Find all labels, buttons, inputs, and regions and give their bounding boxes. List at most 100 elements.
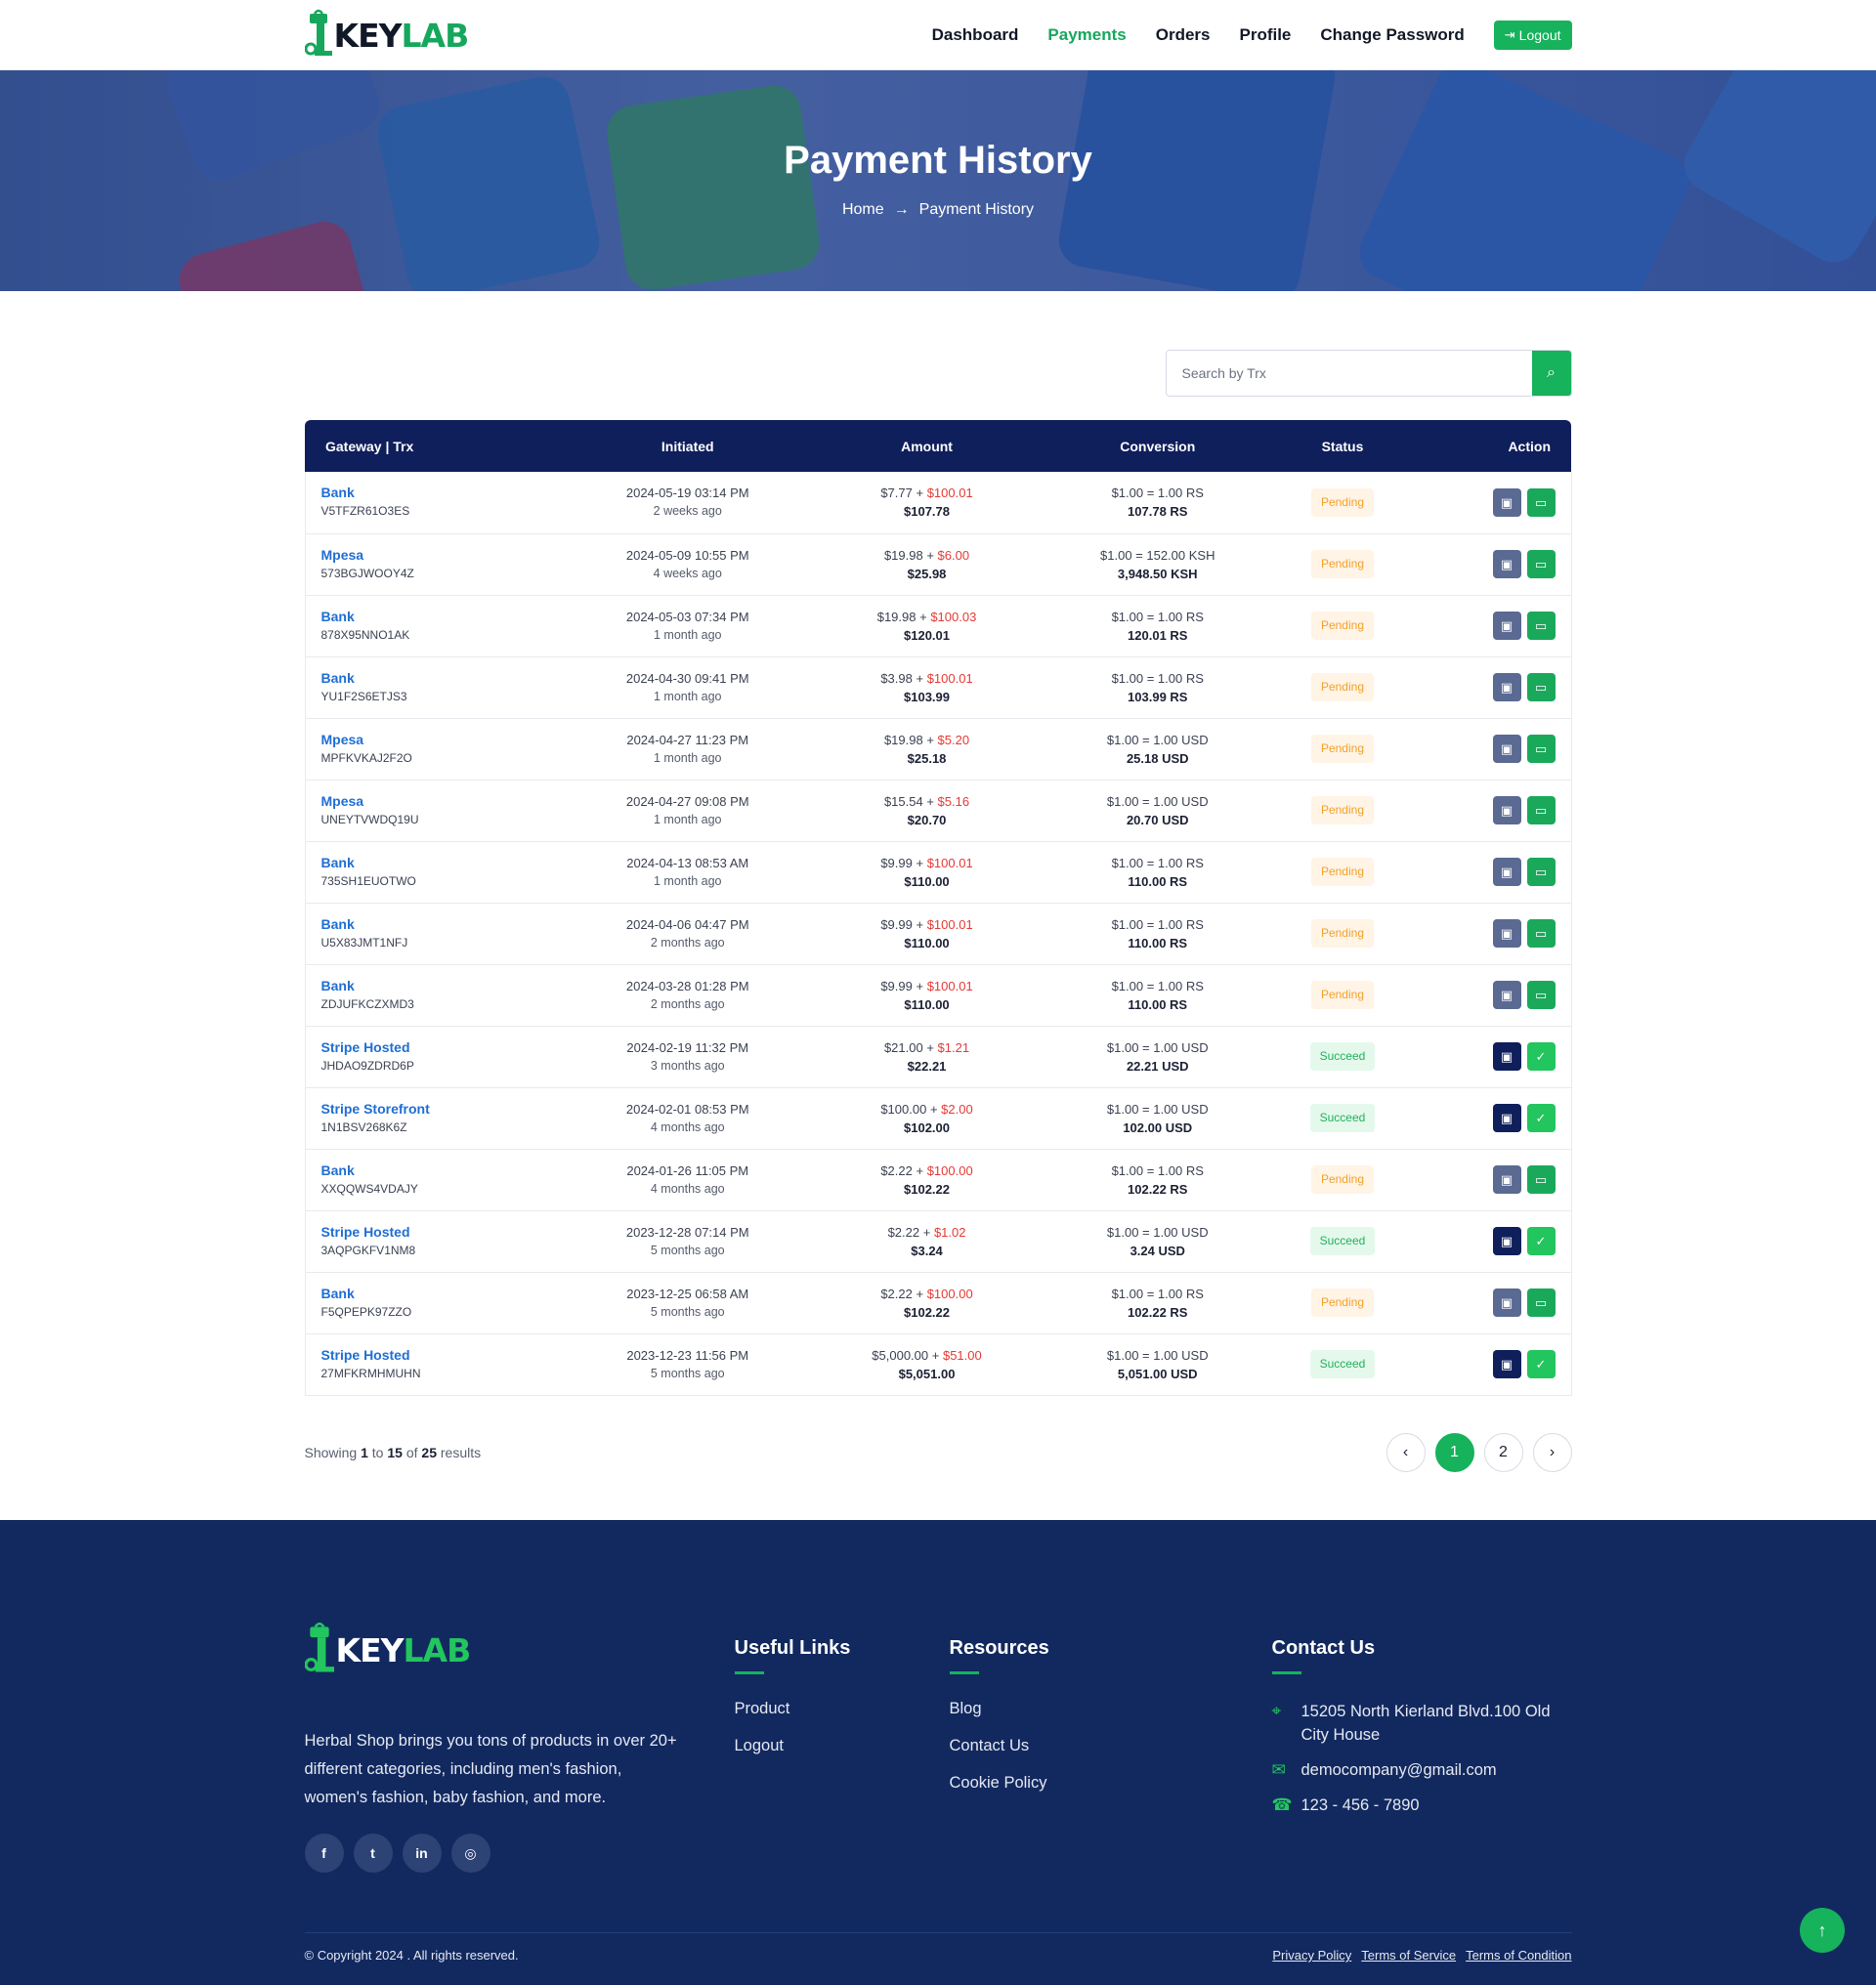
desktop-icon: ▣ — [1500, 557, 1514, 571]
info-button[interactable]: ▭ — [1526, 673, 1556, 701]
details-button[interactable]: ▣ — [1492, 981, 1521, 1009]
details-button[interactable]: ▣ — [1492, 550, 1521, 578]
initiated-ago: 5 months ago — [650, 1243, 725, 1257]
converted-amount: 103.99 RS — [1128, 689, 1188, 704]
footer-divider — [304, 1932, 1572, 1933]
converted-amount: 107.78 RS — [1128, 504, 1188, 520]
footer-link-blog[interactable]: Blog — [950, 1700, 1049, 1718]
initiated-date: 2024-04-13 08:53 AM — [626, 855, 749, 870]
monitor-icon: ▭ — [1534, 988, 1548, 1002]
trx-id: ZDJUFKCZXMD3 — [320, 996, 414, 1011]
details-button[interactable]: ▣ — [1492, 673, 1521, 701]
status-badge: Succeed — [1309, 1042, 1376, 1071]
initiated-ago: 5 months ago — [650, 1366, 725, 1380]
status-cell: Succeed — [1275, 1333, 1409, 1395]
nav-payments[interactable]: Payments — [1047, 25, 1126, 45]
details-button[interactable]: ▣ — [1492, 1165, 1521, 1194]
contact-email[interactable]: ✉ democompany@gmail.com — [1272, 1758, 1572, 1782]
nav-profile[interactable]: Profile — [1239, 25, 1291, 45]
trx-id: 27MFKRMHMUHN — [320, 1366, 421, 1380]
initiated-cell: 2024-04-27 11:23 PM 1 month ago — [562, 718, 814, 780]
contact-phone[interactable]: ☎ 123 - 456 - 7890 — [1272, 1794, 1572, 1817]
details-button[interactable]: ▣ — [1492, 612, 1521, 640]
amount-cell: $7.77 + $100.01 $107.78 — [814, 472, 1040, 533]
info-button[interactable]: ▭ — [1526, 919, 1556, 948]
converted-amount: 102.22 RS — [1128, 1304, 1188, 1320]
info-button[interactable]: ▭ — [1526, 1288, 1556, 1317]
converted-amount: 110.00 RS — [1128, 873, 1188, 889]
info-button[interactable]: ▭ — [1526, 550, 1556, 578]
action-buttons: ▣ ▭ — [1492, 858, 1556, 886]
amount-value: $3.98 — [880, 670, 913, 686]
footer-link-cookie-policy[interactable]: Cookie Policy — [950, 1774, 1049, 1793]
monitor-icon: ▭ — [1534, 865, 1548, 879]
brand-logo[interactable]: KEYLAB — [304, 0, 469, 70]
pagination: ‹ 1 2 › — [1386, 1432, 1572, 1472]
legal-link-privacy-policy[interactable]: Privacy Policy — [1272, 1948, 1351, 1963]
instagram-link[interactable]: ◎ — [450, 1834, 490, 1873]
twitter-link[interactable]: t — [353, 1834, 393, 1873]
nav-dashboard[interactable]: Dashboard — [932, 25, 1019, 45]
status-cell: Succeed — [1275, 1210, 1409, 1272]
footer-link-logout[interactable]: Logout — [735, 1737, 851, 1755]
details-button[interactable]: ▣ — [1492, 487, 1521, 517]
search-button[interactable]: ⌕ — [1531, 351, 1571, 396]
action-buttons: ▣ ▭ — [1492, 796, 1556, 824]
info-button[interactable]: ▭ — [1526, 1165, 1556, 1194]
approved-button[interactable]: ✓ — [1526, 1042, 1556, 1071]
details-button[interactable]: ▣ — [1492, 919, 1521, 948]
arrow-up-icon: ↑ — [1817, 1920, 1827, 1940]
amount-cell: $9.99 + $100.01 $110.00 — [814, 903, 1040, 964]
approved-button[interactable]: ✓ — [1526, 1350, 1556, 1378]
details-button[interactable]: ▣ — [1492, 1104, 1521, 1132]
info-button[interactable]: ▭ — [1526, 796, 1556, 824]
pagination-next[interactable]: › — [1532, 1432, 1572, 1472]
details-button[interactable]: ▣ — [1492, 735, 1521, 763]
legal-link-terms-of-condition[interactable]: Terms of Condition — [1466, 1948, 1571, 1963]
initiated-date: 2024-01-26 11:05 PM — [626, 1162, 749, 1178]
status-badge: Pending — [1310, 735, 1374, 763]
details-button[interactable]: ▣ — [1492, 1227, 1521, 1255]
approved-button[interactable]: ✓ — [1526, 1104, 1556, 1132]
charge-value: $100.00 — [926, 1286, 973, 1301]
initiated-cell: 2023-12-28 07:14 PM 5 months ago — [562, 1210, 814, 1272]
status-cell: Pending — [1275, 964, 1409, 1026]
linkedin-link[interactable]: in — [402, 1834, 442, 1873]
info-button[interactable]: ▭ — [1526, 612, 1556, 640]
nav-change-password[interactable]: Change Password — [1320, 25, 1464, 45]
initiated-ago: 1 month ago — [654, 689, 722, 703]
approved-button[interactable]: ✓ — [1526, 1227, 1556, 1255]
amount-cell: $15.54 + $5.16 $20.70 — [814, 780, 1040, 841]
pagination-prev[interactable]: ‹ — [1386, 1432, 1426, 1472]
charge-value: $1.21 — [937, 1039, 970, 1055]
breadcrumb-home[interactable]: Home — [842, 201, 884, 218]
breadcrumb: Home → Payment History — [0, 201, 1876, 219]
details-button[interactable]: ▣ — [1492, 1350, 1521, 1378]
gateway-cell: Bank 735SH1EUOTWO — [304, 841, 562, 903]
legal-link-terms-of-service[interactable]: Terms of Service — [1361, 1948, 1456, 1963]
social-links: f t in ◎ — [304, 1834, 490, 1873]
search-input[interactable] — [1166, 351, 1532, 396]
footer-logo[interactable]: KEYLAB — [304, 1618, 471, 1682]
nav-orders[interactable]: Orders — [1156, 25, 1211, 45]
details-button[interactable]: ▣ — [1492, 1288, 1521, 1317]
details-button[interactable]: ▣ — [1492, 1042, 1521, 1071]
info-button[interactable]: ▭ — [1526, 487, 1556, 517]
search-form: ⌕ — [1165, 350, 1572, 397]
facebook-link[interactable]: f — [304, 1834, 344, 1873]
action-buttons: ▣ ▭ — [1492, 612, 1556, 640]
table-row: Bank XXQQWS4VDAJY 2024-01-26 11:05 PM 4 mon… — [304, 1149, 1572, 1210]
details-button[interactable]: ▣ — [1492, 858, 1521, 886]
details-button[interactable]: ▣ — [1492, 796, 1521, 824]
info-button[interactable]: ▭ — [1526, 735, 1556, 763]
info-button[interactable]: ▭ — [1526, 981, 1556, 1009]
map-pin-icon: ⌖ — [1271, 1702, 1282, 1720]
status-cell: Pending — [1275, 595, 1409, 656]
info-button[interactable]: ▭ — [1526, 858, 1556, 886]
pagination-page[interactable]: 1 — [1434, 1432, 1474, 1472]
footer-link-contact-us[interactable]: Contact Us — [950, 1737, 1049, 1755]
scroll-to-top-button[interactable]: ↑ — [1800, 1908, 1845, 1953]
logout-button[interactable]: ⇥ Logout — [1493, 21, 1572, 50]
footer-link-product[interactable]: Product — [735, 1700, 851, 1718]
pagination-page[interactable]: 2 — [1483, 1432, 1523, 1472]
